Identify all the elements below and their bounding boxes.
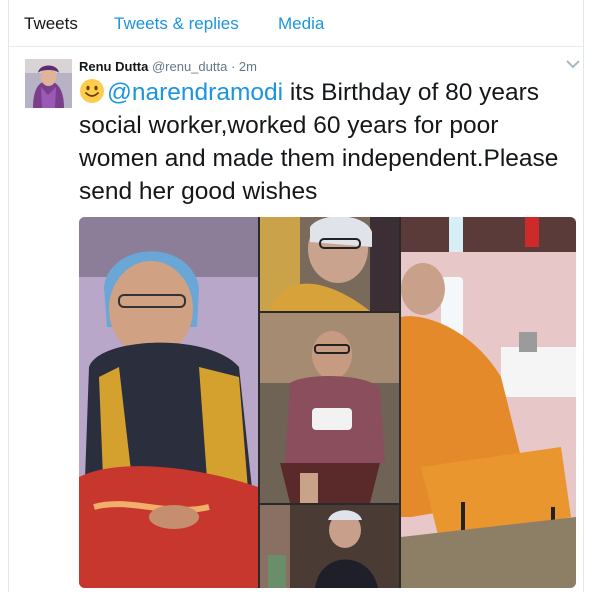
collage-photo-2[interactable] <box>260 217 399 311</box>
chevron-down-icon[interactable] <box>562 55 584 73</box>
collage-photo-1[interactable] <box>79 217 258 588</box>
photo-elderly-woman-blue-scarf <box>79 217 258 588</box>
collage-photo-3[interactable] <box>260 313 399 503</box>
tab-tweets-replies[interactable]: Tweets & replies <box>114 14 239 34</box>
collage-photo-5[interactable] <box>401 217 576 588</box>
photo-woman-in-chair <box>401 217 576 588</box>
collage-photo-4[interactable] <box>260 505 399 588</box>
smiling-face-emoji-icon <box>80 79 104 103</box>
avatar[interactable] <box>25 59 72 108</box>
author-handle[interactable]: @renu_dutta <box>152 59 227 74</box>
author-name[interactable]: Renu Dutta <box>79 59 148 74</box>
profile-timeline: Tweets Tweets & replies Media Renu Dutta… <box>8 0 584 592</box>
tab-media[interactable]: Media <box>278 14 324 34</box>
photo-woman-seated-with-bandage <box>260 313 399 503</box>
mention-link[interactable]: @narendramodi <box>107 79 283 106</box>
tweet-header: Renu Dutta @renu_dutta · 2m <box>79 59 257 74</box>
tweet-text: @narendramodi its Birthday of 80 years s… <box>79 76 584 208</box>
avatar-image <box>25 59 72 108</box>
tweet-photo-collage[interactable] <box>79 217 576 588</box>
photo-woman-smiling-closeup <box>260 217 399 311</box>
tab-tweets[interactable]: Tweets <box>24 14 78 34</box>
tweet-timestamp[interactable]: 2m <box>239 59 257 74</box>
separator-dot: · <box>230 59 236 74</box>
profile-tabs: Tweets Tweets & replies Media <box>9 0 583 47</box>
photo-woman-dark-shawl <box>260 505 399 588</box>
